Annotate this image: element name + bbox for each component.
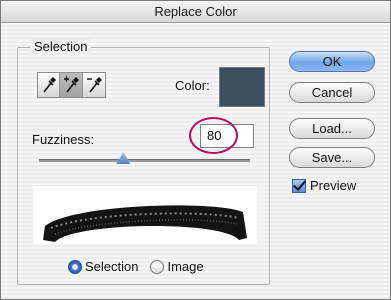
selection-radio-label: Selection (85, 259, 139, 274)
eyedropper-icon (42, 77, 56, 93)
view-mode-radios: Selection Image (68, 259, 204, 275)
eyedropper-plus-icon (64, 76, 79, 93)
image-radio-option[interactable]: Image (150, 259, 204, 275)
preview-label: Preview (310, 178, 357, 193)
color-label: Color: (175, 78, 210, 93)
fuzziness-slider[interactable] (39, 152, 250, 164)
preview-checkbox[interactable] (292, 178, 306, 193)
selection-group-legend: Selection (30, 39, 92, 55)
eyedropper-plus-button[interactable] (60, 72, 83, 98)
preview-toggle[interactable]: Preview (292, 178, 356, 193)
load-button[interactable]: Load... (289, 118, 375, 139)
selection-group: Selection Color: Fuzziness: 80 Selection… (17, 39, 270, 285)
preview-mask (33, 186, 257, 244)
selection-radio-option[interactable]: Selection (68, 259, 138, 275)
eyedropper-tools (37, 72, 106, 98)
replace-color-dialog: Replace Color Selection Color: Fuzziness… (0, 0, 391, 300)
selection-preview-image (33, 186, 257, 244)
image-radio-label: Image (167, 259, 204, 274)
eyedropper-button[interactable] (37, 72, 60, 98)
eyedropper-minus-icon (87, 77, 102, 93)
window-title: Replace Color (1, 1, 390, 23)
color-swatch[interactable] (219, 67, 265, 107)
fuzziness-slider-thumb[interactable] (116, 152, 131, 164)
fuzziness-label: Fuzziness: (32, 132, 95, 147)
eyedropper-minus-button[interactable] (83, 72, 106, 98)
image-radio[interactable] (150, 260, 165, 274)
save-button[interactable]: Save... (289, 147, 375, 168)
highlight-callout (189, 117, 238, 154)
selection-radio[interactable] (68, 260, 82, 274)
cancel-button[interactable]: Cancel (289, 82, 375, 103)
ok-button[interactable]: OK (289, 51, 375, 72)
